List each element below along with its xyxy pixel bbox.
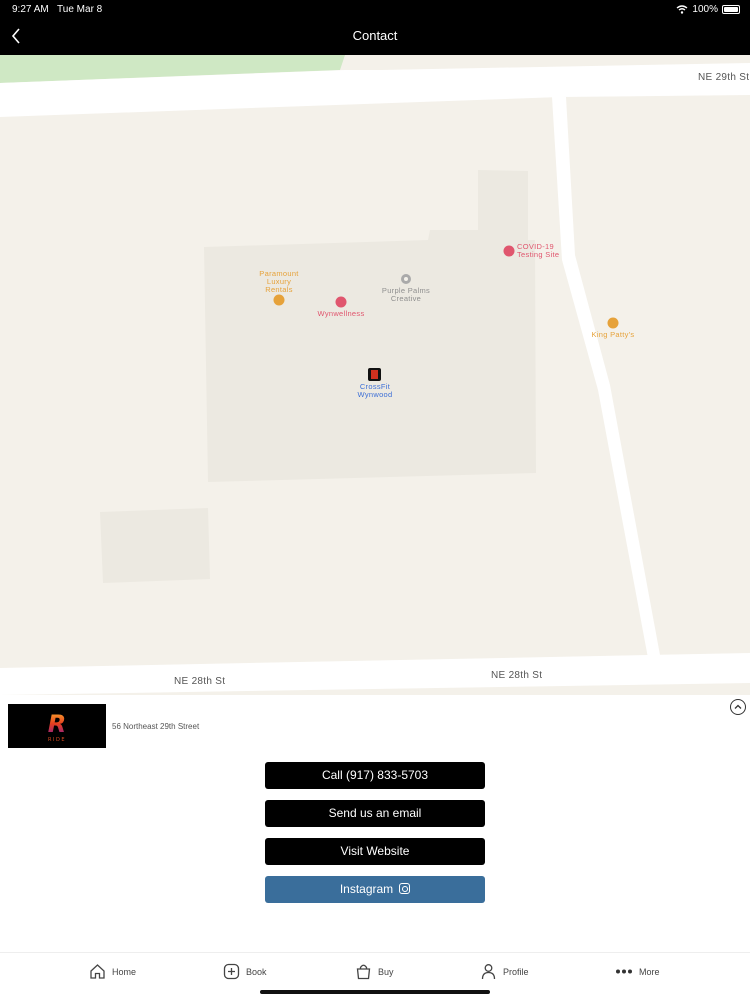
poi-line: Rentals bbox=[265, 285, 293, 294]
gym-logo: R RIDE bbox=[8, 704, 106, 748]
tab-buy[interactable]: Buy bbox=[355, 963, 394, 980]
street-label-ne29: NE 29th St bbox=[698, 72, 750, 83]
poi-label-crossfit: CrossFit Wynwood bbox=[345, 383, 405, 399]
poi-line: Creative bbox=[390, 294, 422, 303]
poi-line: Testing Site bbox=[517, 250, 560, 259]
status-time: 9:27 AM Tue Mar 8 bbox=[12, 4, 102, 15]
poi-label-paramount: Paramount Luxury Rentals bbox=[249, 270, 309, 294]
poi-purple-palms-pin-center bbox=[404, 277, 408, 281]
tab-book[interactable]: Book bbox=[223, 963, 267, 980]
poi-label-purple-palms: Purple Palms Creative bbox=[370, 287, 442, 303]
instagram-icon bbox=[399, 883, 411, 894]
poi-covid-pin[interactable] bbox=[503, 245, 515, 257]
map-canvas bbox=[0, 55, 750, 695]
logo-letter: R bbox=[48, 710, 66, 738]
home-indicator bbox=[260, 990, 490, 994]
date-text: Tue Mar 8 bbox=[57, 4, 103, 15]
website-button[interactable]: Visit Website bbox=[265, 838, 485, 865]
more-dots-icon bbox=[616, 969, 632, 974]
battery-percent: 100% bbox=[692, 4, 718, 15]
building-block bbox=[204, 170, 536, 482]
plus-square-icon bbox=[223, 963, 240, 980]
logo-subtext: RIDE bbox=[48, 737, 66, 743]
home-icon bbox=[90, 964, 105, 979]
poi-crossfit-logo-mark bbox=[371, 370, 378, 379]
status-bar: 9:27 AM Tue Mar 8 100% bbox=[0, 0, 750, 18]
street-vertical bbox=[552, 97, 660, 658]
tab-label: Profile bbox=[503, 966, 529, 977]
tab-label: Book bbox=[246, 966, 267, 977]
person-icon bbox=[481, 964, 496, 980]
instagram-button[interactable]: Instagram bbox=[265, 876, 485, 903]
poi-label-wynwellness: Wynwellness bbox=[306, 310, 376, 318]
time-text: 9:27 AM bbox=[12, 4, 49, 15]
poi-line: King Patty's bbox=[591, 330, 635, 339]
chevron-up-icon bbox=[734, 704, 742, 709]
tab-more[interactable]: More bbox=[615, 963, 660, 980]
page-title: Contact bbox=[352, 28, 398, 43]
collapse-button[interactable] bbox=[730, 699, 746, 715]
poi-king-pattys-pin[interactable] bbox=[607, 317, 619, 329]
tab-label: Buy bbox=[378, 966, 394, 977]
gym-logo-image: R RIDE bbox=[48, 710, 66, 743]
battery-icon bbox=[722, 5, 740, 14]
poi-line: Wynwood bbox=[357, 390, 393, 399]
address-text: 56 Northeast 29th Street bbox=[112, 722, 200, 731]
call-button[interactable]: Call (917) 833-5703 bbox=[265, 762, 485, 789]
tab-label: Home bbox=[112, 966, 137, 977]
poi-label-covid: COVID-19 Testing Site bbox=[517, 243, 567, 259]
street-label-ne28-left: NE 28th St bbox=[174, 676, 226, 687]
email-button[interactable]: Send us an email bbox=[265, 800, 485, 827]
street-ne28 bbox=[0, 653, 750, 695]
bag-icon bbox=[356, 964, 371, 980]
street-label-ne28-right: NE 28th St bbox=[491, 670, 543, 681]
status-right: 100% bbox=[676, 4, 740, 15]
map-view[interactable]: NE 29th St NE 28th St NE 28th St Paramou… bbox=[0, 55, 750, 695]
tab-profile[interactable]: Profile bbox=[480, 963, 529, 980]
building-small bbox=[100, 508, 210, 583]
poi-wynwellness-pin[interactable] bbox=[335, 296, 347, 308]
tab-label: More bbox=[639, 966, 660, 977]
poi-paramount-pin[interactable] bbox=[273, 294, 285, 306]
instagram-label: Instagram bbox=[339, 882, 394, 896]
poi-label-king-pattys: King Patty's bbox=[580, 331, 646, 339]
poi-line: Wynwellness bbox=[317, 309, 365, 318]
wifi-icon bbox=[676, 5, 688, 14]
tab-home[interactable]: Home bbox=[89, 963, 136, 980]
nav-bar: Contact bbox=[0, 18, 750, 55]
